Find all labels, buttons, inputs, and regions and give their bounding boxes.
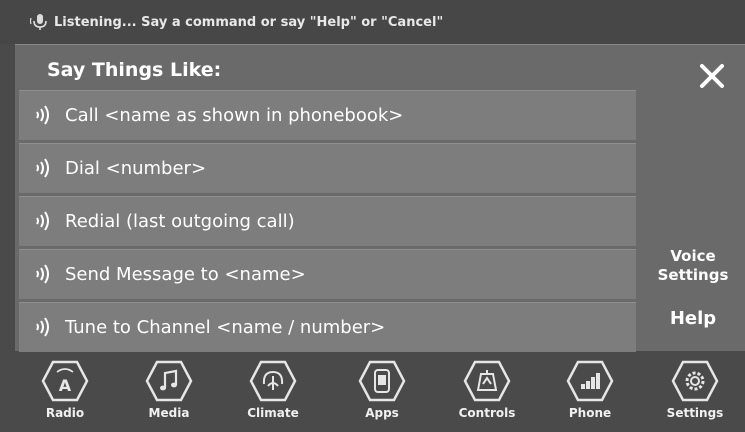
command-row-tune-channel[interactable]: Tune to Channel <name / number> xyxy=(19,302,636,352)
panel-title: Say Things Like: xyxy=(47,59,222,81)
nav-media-label: Media xyxy=(148,406,190,420)
voice-commands-panel: Say Things Like: Call <name as shown in … xyxy=(15,44,745,352)
listening-status-text: Listening... Say a command or say "Help"… xyxy=(54,14,444,30)
command-label: Call <name as shown in phonebook> xyxy=(65,104,404,126)
close-button[interactable] xyxy=(695,59,729,93)
nav-controls-button[interactable]: Controls xyxy=(442,352,532,432)
nav-climate-button[interactable]: Climate xyxy=(228,352,318,432)
radio-icon: A xyxy=(41,360,89,402)
command-label: Dial <number> xyxy=(65,157,207,179)
command-list: Call <name as shown in phonebook> Dial <… xyxy=(19,90,636,355)
nav-radio-label: Radio xyxy=(45,406,85,420)
command-row-redial[interactable]: Redial (last outgoing call) xyxy=(19,196,636,246)
nav-phone-button[interactable]: Phone xyxy=(545,352,635,432)
command-row-call[interactable]: Call <name as shown in phonebook> xyxy=(19,90,636,140)
nav-apps-button[interactable]: Apps xyxy=(337,352,427,432)
nav-phone-label: Phone xyxy=(568,406,612,420)
voice-settings-label-line2: Settings xyxy=(657,266,729,284)
svg-text:A: A xyxy=(59,376,72,395)
voice-wave-icon xyxy=(33,210,55,232)
command-row-send-message[interactable]: Send Message to <name> xyxy=(19,249,636,299)
voice-settings-label-line1: Voice xyxy=(670,247,716,265)
nav-controls-label: Controls xyxy=(458,406,516,420)
bottom-nav-bar: A Radio Media Climate Apps Controls Phon… xyxy=(0,352,745,432)
voice-wave-icon xyxy=(33,157,55,179)
climate-icon xyxy=(249,360,297,402)
microphone-icon xyxy=(30,12,50,32)
nav-media-button[interactable]: Media xyxy=(124,352,214,432)
command-row-dial[interactable]: Dial <number> xyxy=(19,143,636,193)
nav-apps-label: Apps xyxy=(365,406,399,420)
apps-icon xyxy=(358,360,406,402)
status-bar: Listening... Say a command or say "Help"… xyxy=(0,0,745,44)
nav-settings-button[interactable]: Settings xyxy=(650,352,740,432)
help-button[interactable]: Help xyxy=(645,308,741,329)
nav-radio-button[interactable]: A Radio xyxy=(20,352,110,432)
music-note-icon xyxy=(145,360,193,402)
voice-wave-icon xyxy=(33,316,55,338)
gear-icon xyxy=(671,360,719,402)
close-icon xyxy=(700,64,724,88)
nav-climate-label: Climate xyxy=(247,406,299,420)
voice-wave-icon xyxy=(33,263,55,285)
voice-wave-icon xyxy=(33,104,55,126)
controls-icon xyxy=(463,360,511,402)
command-label: Redial (last outgoing call) xyxy=(65,210,295,232)
command-label: Tune to Channel <name / number> xyxy=(65,316,386,338)
nav-settings-label: Settings xyxy=(666,406,724,420)
voice-settings-button[interactable]: Voice Settings xyxy=(645,247,741,285)
command-label: Send Message to <name> xyxy=(65,263,306,285)
phone-icon xyxy=(566,360,614,402)
